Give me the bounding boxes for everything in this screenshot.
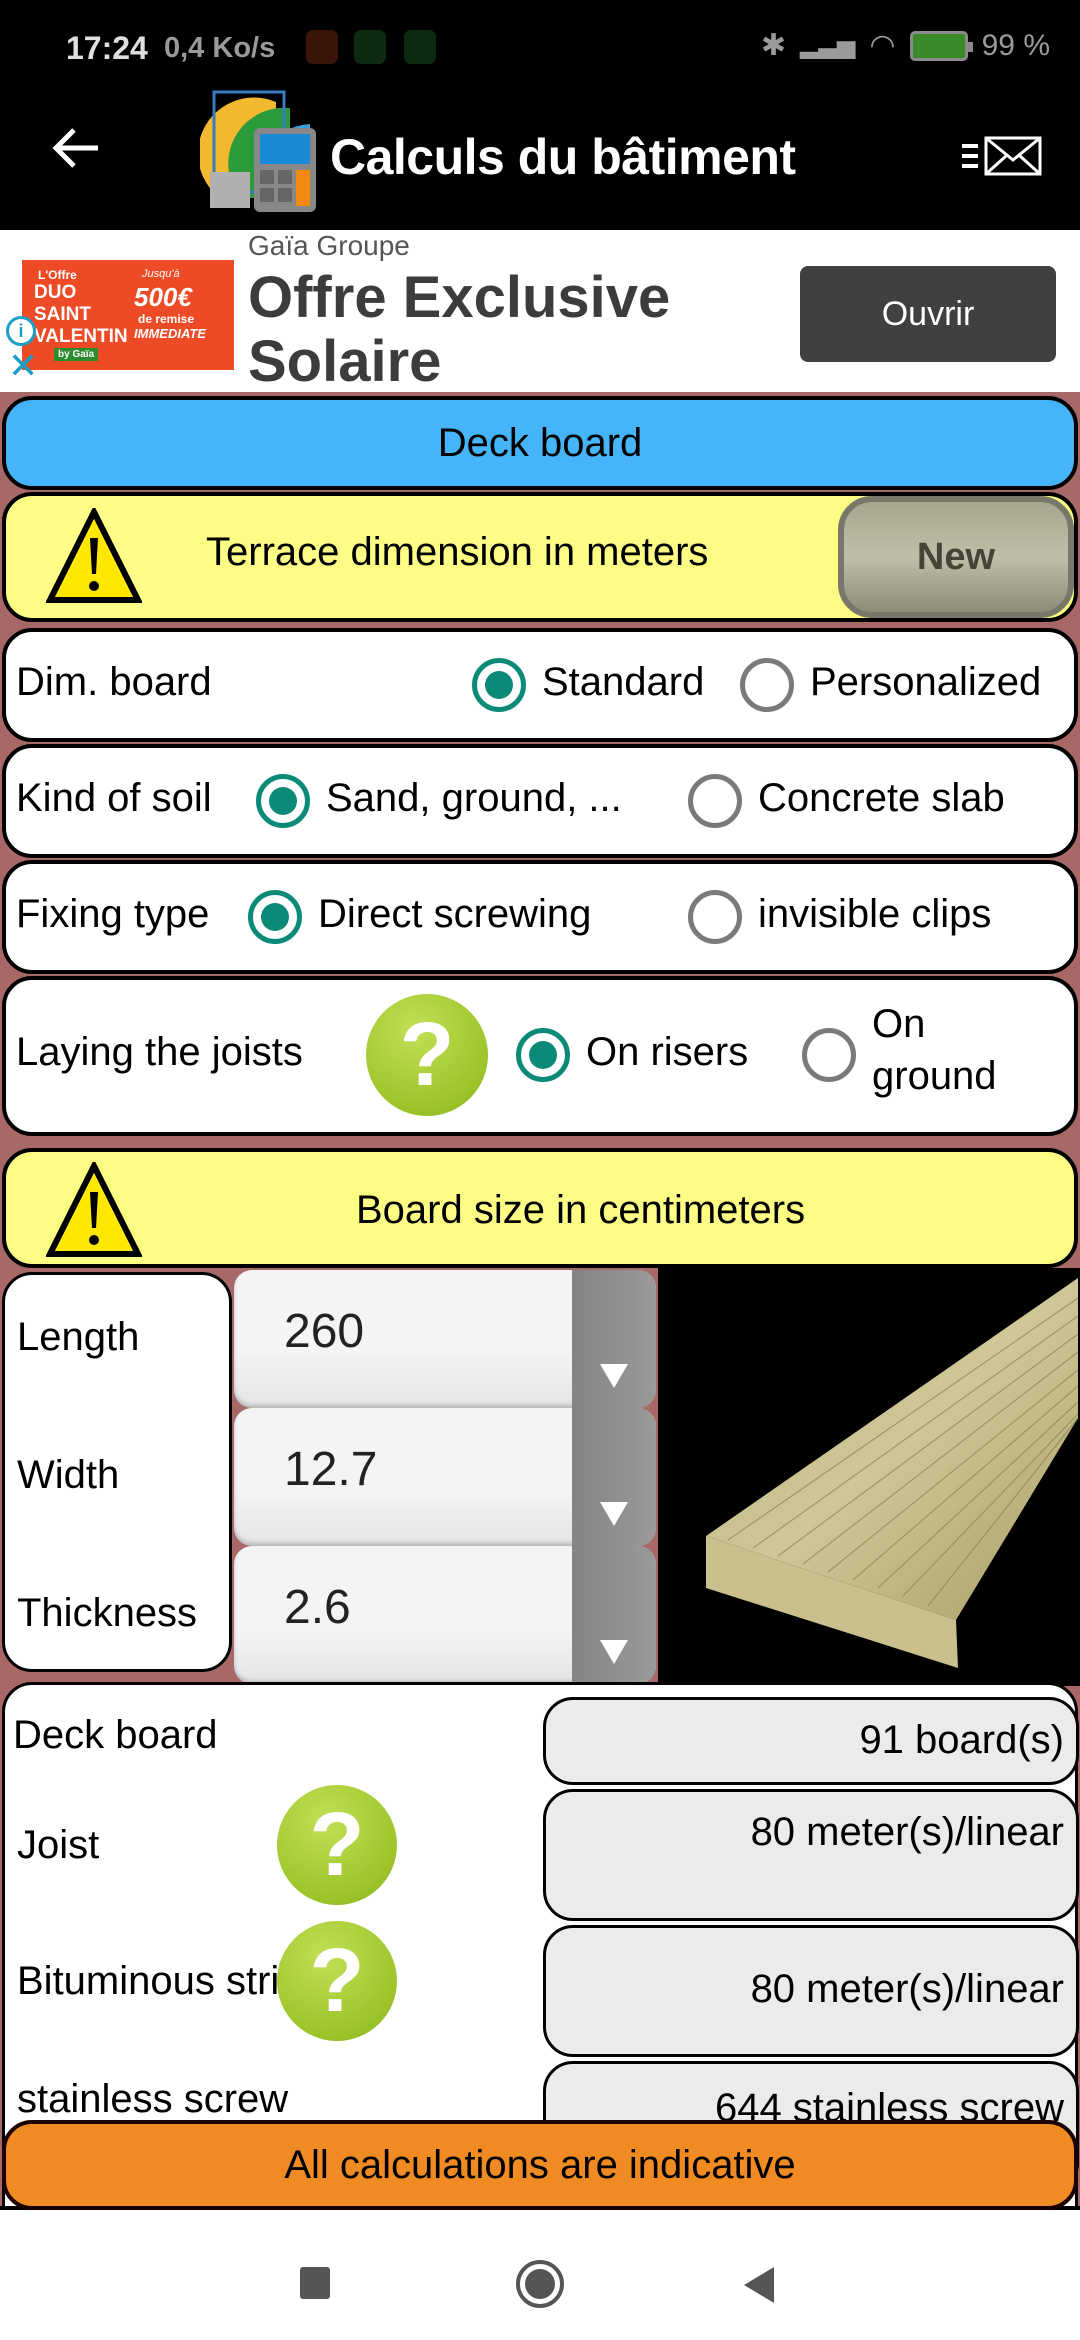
status-time: 17:24 — [66, 30, 148, 66]
board-size-title: Board size in centimeters — [356, 1188, 806, 1232]
radio-label[interactable]: On ground — [872, 998, 1032, 1102]
ad-image-text: DUO SAINT VALENTIN — [34, 282, 128, 347]
option-label: Laying the joists — [16, 1030, 303, 1074]
warning-icon — [46, 1162, 142, 1257]
option-row-dim-board: Dim. board Standard Personalized — [2, 628, 1078, 742]
home-icon[interactable] — [516, 2260, 564, 2308]
app-logo-icon — [200, 90, 316, 212]
warning-icon — [46, 508, 142, 603]
terrace-label: Terrace dimension in meters — [206, 530, 709, 574]
ad-info-icon[interactable]: i — [6, 316, 36, 346]
result-label: stainless screw — [17, 2077, 289, 2121]
option-label: Dim. board — [16, 660, 212, 704]
wifi-icon: ◠ — [869, 29, 896, 62]
length-dropdown[interactable]: 260 — [234, 1270, 656, 1408]
thickness-value: 2.6 — [284, 1581, 351, 1634]
radio-sand-ground[interactable] — [256, 774, 310, 828]
radio-invisible-clips[interactable] — [688, 890, 742, 944]
menu-mail-button[interactable] — [962, 134, 1044, 178]
status-net-speed: 0,4 Ko/s — [164, 32, 276, 64]
radio-on-risers[interactable] — [516, 1028, 570, 1082]
width-dropdown[interactable]: 12.7 — [234, 1408, 656, 1546]
notification-icon — [354, 30, 386, 64]
ad-image-text: L'Offre — [38, 268, 77, 282]
dropdown-arrow-icon[interactable] — [572, 1270, 656, 1408]
board-size-labels: Length Width Thickness — [2, 1272, 232, 1672]
mail-menu-icon — [962, 136, 1042, 176]
ad-image-text: by Gaïa — [54, 348, 99, 361]
radio-label[interactable]: invisible clips — [758, 892, 991, 937]
thickness-label: Thickness — [17, 1591, 198, 1635]
result-label: Bituminous strip — [17, 1959, 302, 2003]
help-icon[interactable]: ? — [366, 994, 488, 1116]
help-icon[interactable]: ? — [277, 1921, 397, 2041]
dropdown-arrow-icon[interactable] — [572, 1408, 656, 1546]
deck-board-image — [658, 1268, 1080, 1686]
radio-standard[interactable] — [472, 658, 526, 712]
ad-close-icon[interactable]: ✕ — [8, 348, 38, 384]
option-row-fixing-type: Fixing type Direct screwing invisible cl… — [2, 860, 1078, 974]
terrace-dimension-panel[interactable]: Terrace dimension in meters New — [2, 492, 1078, 622]
system-nav-bar — [0, 2210, 1080, 2340]
result-deck-board: 91 board(s) — [543, 1697, 1079, 1785]
option-row-laying-joists: Laying the joists ? On risers On ground — [2, 976, 1078, 1136]
ad-image-text: IMMEDIATE — [134, 326, 206, 341]
section-title: Deck board — [2, 396, 1078, 490]
board-size-panel: Board size in centimeters — [2, 1148, 1078, 1268]
result-label: Deck board — [13, 1713, 218, 1757]
ad-open-button[interactable]: Ouvrir — [800, 266, 1056, 362]
deck-board-illustration — [706, 1278, 1079, 1668]
thickness-dropdown[interactable]: 2.6 — [234, 1546, 656, 1684]
notification-icon — [306, 30, 338, 64]
back-button[interactable] — [48, 120, 108, 180]
notification-icon — [404, 30, 436, 64]
new-button[interactable]: New — [838, 496, 1074, 618]
ad-image[interactable]: L'Offre DUO SAINT VALENTIN Jusqu'à 500€ … — [22, 260, 234, 370]
radio-label[interactable]: Direct screwing — [318, 892, 591, 937]
width-label: Width — [17, 1453, 120, 1497]
battery-icon — [909, 30, 973, 61]
length-value: 260 — [284, 1305, 365, 1358]
disclaimer-bar: All calculations are indicative — [2, 2120, 1078, 2210]
status-bar: 17:24 0,4 Ko/s ✱ ▂▃▅ ◠ 99 % — [0, 0, 1080, 96]
length-label: Length — [17, 1315, 140, 1359]
radio-label[interactable]: Sand, ground, ... — [326, 776, 622, 821]
result-bituminous-strip: 80 meter(s)/linear — [543, 1925, 1079, 2057]
radio-concrete-slab[interactable] — [688, 774, 742, 828]
dropdown-arrow-icon[interactable] — [572, 1546, 656, 1684]
signal-icon: ▂▃▅ — [800, 32, 856, 59]
help-icon[interactable]: ? — [277, 1785, 397, 1905]
ad-headline[interactable]: Offre Exclusive Solaire — [248, 266, 688, 394]
option-row-kind-of-soil: Kind of soil Sand, ground, ... Concrete … — [2, 744, 1078, 858]
radio-personalized[interactable] — [740, 658, 794, 712]
bluetooth-icon: ✱ — [760, 29, 787, 62]
width-value: 12.7 — [284, 1443, 378, 1496]
ad-image-text: 500€ — [134, 282, 192, 312]
result-label: Joist — [17, 1823, 100, 1867]
arrow-left-icon — [52, 128, 98, 168]
radio-label[interactable]: Concrete slab — [758, 776, 1005, 821]
back-nav-icon[interactable] — [744, 2267, 774, 2303]
recent-apps-icon[interactable] — [300, 2267, 330, 2299]
main-content: Deck board Terrace dimension in meters N… — [0, 392, 1080, 2206]
radio-on-ground[interactable] — [802, 1028, 856, 1082]
ad-image-text: Jusqu'à — [142, 268, 180, 280]
option-label: Fixing type — [16, 892, 210, 936]
radio-label[interactable]: Standard — [542, 660, 704, 705]
ad-image-text: de remise — [138, 312, 195, 326]
option-label: Kind of soil — [16, 776, 212, 820]
ad-banner[interactable]: L'Offre DUO SAINT VALENTIN Jusqu'à 500€ … — [0, 230, 1080, 394]
radio-label[interactable]: Personalized — [810, 660, 1041, 705]
battery-level: 99 % — [981, 28, 1050, 62]
app-title: Calculs du bâtiment — [330, 129, 796, 185]
ad-brand: Gaïa Groupe — [248, 230, 410, 261]
radio-label[interactable]: On risers — [586, 1030, 748, 1075]
radio-direct-screwing[interactable] — [248, 890, 302, 944]
result-joist: 80 meter(s)/linear — [543, 1789, 1079, 1921]
